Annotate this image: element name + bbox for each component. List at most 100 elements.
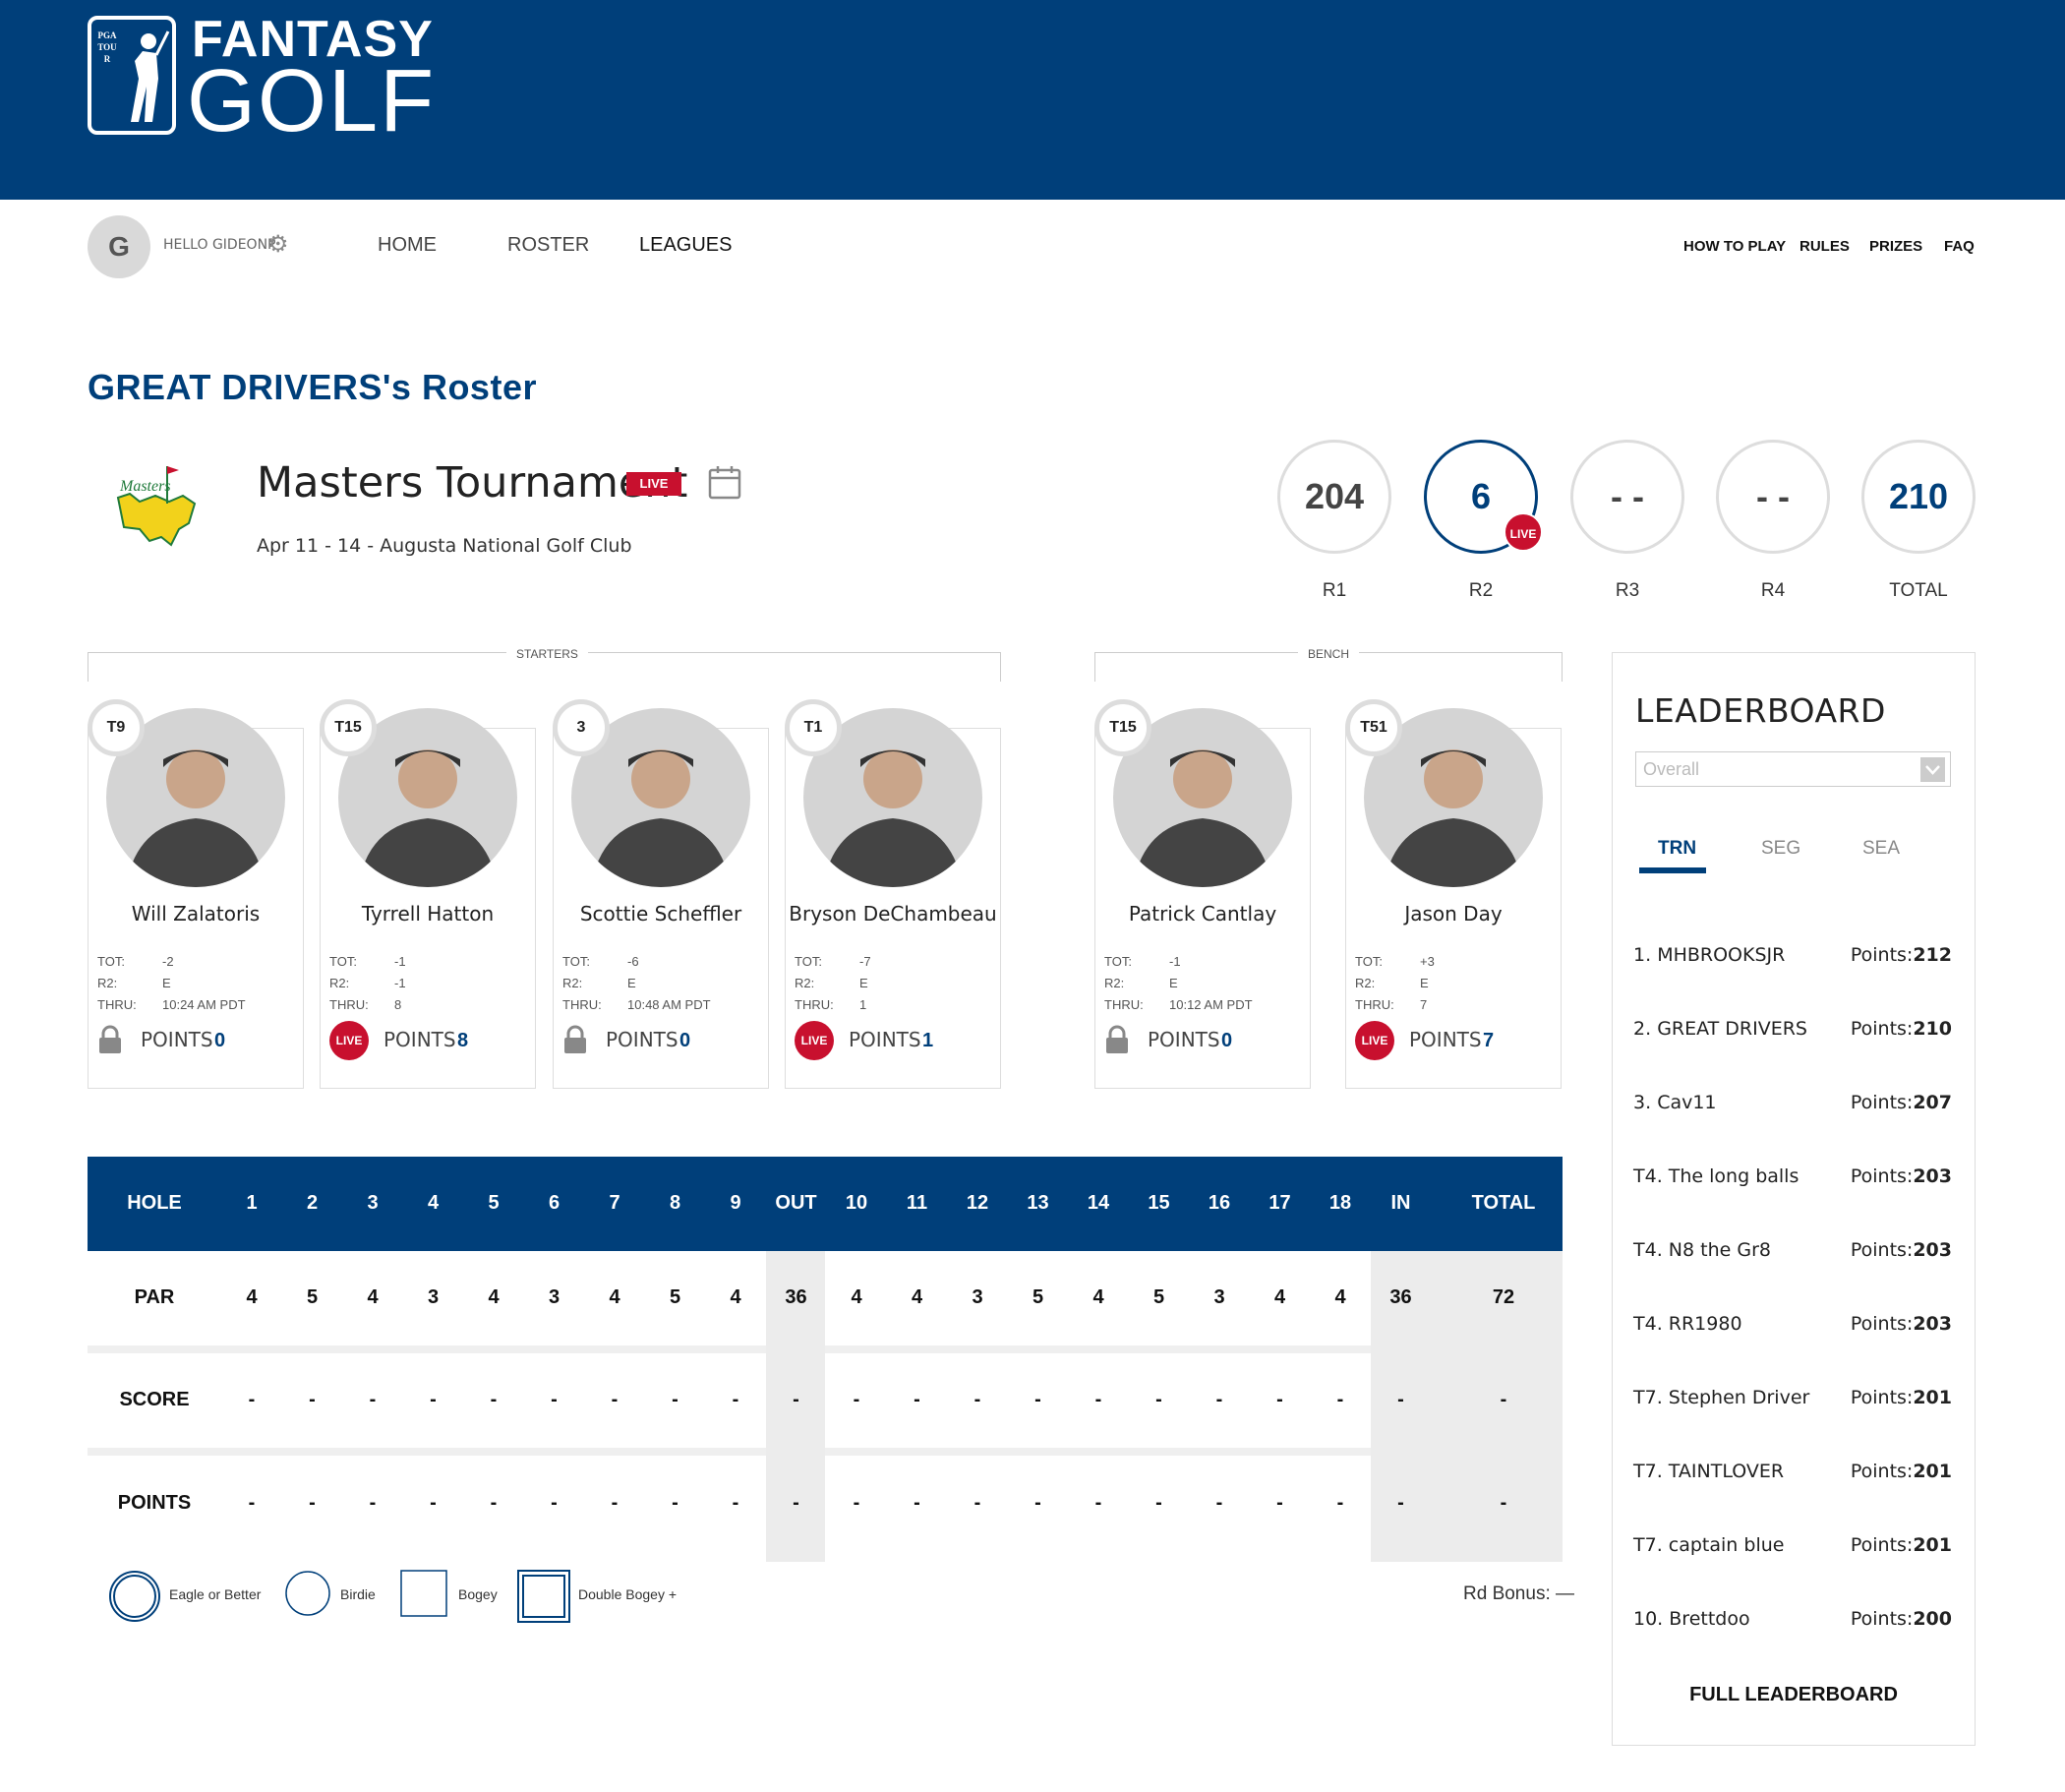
stat-value-r2: E (162, 976, 171, 990)
score-cell: - (1397, 1389, 1404, 1410)
nav-roster[interactable]: ROSTER (507, 234, 589, 257)
stat-label-r2: R2: (329, 976, 350, 990)
player-position: T51 (1345, 699, 1402, 756)
score-cell: 3 (548, 1286, 560, 1308)
nav-rules[interactable]: RULES (1800, 238, 1850, 255)
player-name[interactable]: Will Zalatoris (88, 902, 304, 926)
calendar-icon[interactable] (708, 464, 741, 500)
tab-sea[interactable]: SEA (1862, 838, 1900, 860)
round-r3-score[interactable]: - - (1570, 440, 1684, 554)
hole-number: 10 (845, 1192, 868, 1214)
nav-faq[interactable]: FAQ (1944, 238, 1975, 255)
double-bogey-legend-label: Double Bogey + (578, 1586, 678, 1602)
stat-value-tot: +3 (1420, 954, 1435, 969)
gear-icon[interactable]: ⚙ (267, 233, 289, 257)
player-name[interactable]: Tyrrell Hatton (320, 902, 536, 926)
score-cell: 4 (367, 1286, 379, 1308)
hole-number: IN (1390, 1192, 1411, 1214)
score-cell: 5 (306, 1286, 319, 1308)
leaderboard-rank: T4. (1633, 1165, 1663, 1187)
points-label: POINTS (1148, 1028, 1220, 1051)
nav-leagues[interactable]: LEAGUES (639, 234, 732, 257)
round-r4-score[interactable]: - - (1716, 440, 1830, 554)
score-cell: - (914, 1492, 920, 1514)
leaderboard-entry[interactable]: 1. MHBROOKSJR (1633, 944, 1785, 966)
player-points: 0 (214, 1030, 226, 1051)
points-label: Points: (1850, 944, 1914, 966)
leaderboard-entry[interactable]: T4. The long balls (1633, 1165, 1799, 1187)
hole-number: 8 (669, 1192, 681, 1214)
nav-how-to-play[interactable]: HOW TO PLAY (1683, 238, 1786, 255)
points-value: 201 (1913, 1461, 1952, 1482)
stat-label-r2: R2: (97, 976, 118, 990)
leaderboard-points: Points:203 (1851, 1239, 1952, 1261)
nav-prizes[interactable]: PRIZES (1869, 238, 1922, 255)
chevron-down-icon[interactable] (1920, 757, 1945, 782)
points-value: 207 (1913, 1092, 1952, 1113)
user-avatar[interactable]: G (88, 215, 150, 278)
points-label: POINTS (141, 1028, 213, 1051)
player-position: T9 (88, 699, 145, 756)
stat-label-thru: THRU: (562, 997, 602, 1012)
leaderboard-entry[interactable]: T7. TAINTLOVER (1633, 1461, 1784, 1482)
leaderboard-points: Points:212 (1851, 944, 1952, 966)
score-cell: - (369, 1389, 377, 1410)
stat-value-thru: 10:24 AM PDT (162, 997, 246, 1012)
nav-home[interactable]: HOME (378, 234, 437, 257)
leaderboard-entry[interactable]: T4. RR1980 (1633, 1313, 1742, 1335)
stat-label-tot: TOT: (329, 954, 357, 969)
hole-number: 5 (488, 1192, 500, 1214)
points-label: POINTS (1409, 1028, 1482, 1051)
stat-value-tot: -6 (627, 954, 639, 969)
player-name[interactable]: Scottie Scheffler (553, 902, 769, 926)
live-badge: LIVE (1355, 1021, 1394, 1060)
hole-number: 12 (966, 1192, 989, 1214)
points-value: 212 (1913, 944, 1952, 966)
player-name[interactable]: Bryson DeChambeau (785, 902, 1001, 926)
player-name[interactable]: Jason Day (1345, 902, 1562, 926)
player-position: T15 (320, 699, 377, 756)
stat-value-thru: 10:12 AM PDT (1169, 997, 1253, 1012)
score-cell: 4 (488, 1286, 500, 1308)
leaderboard-rank: 3. (1633, 1092, 1652, 1113)
tab-seg[interactable]: SEG (1761, 838, 1800, 860)
lock-icon (97, 1025, 123, 1054)
player-points: 1 (922, 1030, 934, 1051)
score-cell: - (248, 1389, 256, 1410)
player-position: T1 (785, 699, 842, 756)
round-live-badge: LIVE (1504, 512, 1543, 552)
eagle-legend-label: Eagle or Better (169, 1586, 262, 1602)
hole-number: TOTAL (1471, 1192, 1536, 1214)
leaderboard-entry[interactable]: 10. Brettdoo (1633, 1608, 1750, 1630)
round-total-score[interactable]: 210 (1861, 440, 1976, 554)
score-cell: - (974, 1492, 981, 1514)
player-points: 7 (1483, 1030, 1495, 1051)
leaderboard-entry[interactable]: T4. N8 the Gr8 (1633, 1239, 1771, 1261)
tab-trn[interactable]: TRN (1658, 838, 1696, 860)
stat-label-tot: TOT: (97, 954, 125, 969)
score-cell: - (853, 1389, 860, 1410)
score-cell: 4 (851, 1286, 862, 1308)
leaderboard-rank: T4. (1633, 1239, 1663, 1261)
stat-label-tot: TOT: (1104, 954, 1132, 969)
leaderboard-entry[interactable]: T7. captain blue (1633, 1534, 1784, 1556)
leaderboard-team: RR1980 (1668, 1313, 1742, 1335)
leaderboard-entry[interactable]: 2. GREAT DRIVERS (1633, 1018, 1807, 1040)
player-name[interactable]: Patrick Cantlay (1094, 902, 1311, 926)
points-label: POINTS (606, 1028, 678, 1051)
score-cell: - (1500, 1492, 1507, 1514)
leaderboard-entry[interactable]: T7. Stephen Driver (1633, 1387, 1809, 1408)
leaderboard-team: captain blue (1668, 1534, 1785, 1556)
score-cell: 4 (730, 1286, 741, 1308)
points-label: Points: (1850, 1239, 1914, 1261)
leaderboard-entry[interactable]: 3. Cav11 (1633, 1092, 1717, 1113)
full-leaderboard-link[interactable]: FULL LEADERBOARD (1612, 1684, 1976, 1706)
score-cell: 3 (1213, 1286, 1225, 1308)
score-cell: - (732, 1389, 739, 1410)
round-r1-score[interactable]: 204 (1277, 440, 1391, 554)
score-cell: - (430, 1492, 437, 1514)
pga-tour-logo[interactable]: PGA TOUR (88, 16, 176, 135)
row-label-score: SCORE (119, 1389, 190, 1410)
hole-number: 7 (609, 1192, 620, 1214)
leaderboard-title: LEADERBOARD (1635, 691, 1886, 730)
